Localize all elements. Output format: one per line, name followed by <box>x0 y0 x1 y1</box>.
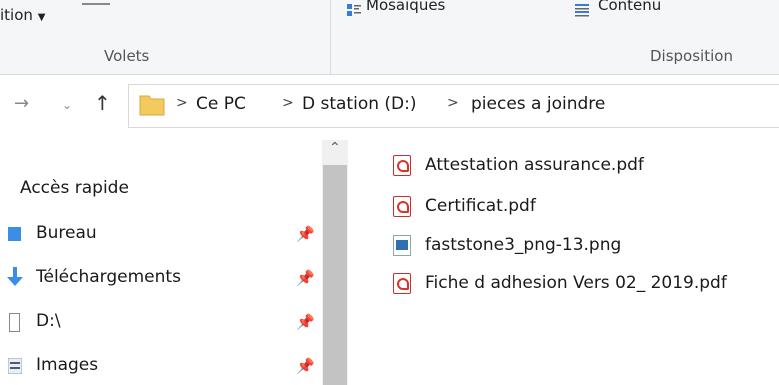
pin-icon[interactable]: 📌 <box>296 269 315 287</box>
file-name: Certificat.pdf <box>425 196 536 216</box>
nav-item-label: Bureau <box>36 223 97 243</box>
ribbon-divider-line <box>82 3 110 5</box>
ribbon-partial-button[interactable]: ition ▼ <box>0 6 45 24</box>
nav-item-d-drive[interactable]: D:\ 📌 <box>0 308 320 336</box>
file-item[interactable]: Fiche d adhesion Vers 02_ 2019.pdf <box>393 271 773 297</box>
breadcrumb-separator-icon[interactable]: > <box>282 95 294 111</box>
group-label-disposition: Disposition <box>650 47 733 65</box>
nav-item-bureau[interactable]: Bureau 📌 <box>0 220 320 248</box>
ribbon-partial-label: ition <box>0 6 33 24</box>
forward-arrow-icon[interactable]: → <box>14 93 29 114</box>
mosaiques-icon <box>346 2 362 22</box>
desktop-icon <box>8 227 21 241</box>
scroll-up-arrow-icon[interactable]: ⌃ <box>329 140 341 156</box>
file-item[interactable]: Attestation assurance.pdf <box>393 153 773 179</box>
pdf-icon <box>393 273 411 294</box>
group-label-volets: Volets <box>104 47 150 65</box>
pin-icon[interactable]: 📌 <box>296 313 315 331</box>
document-icon <box>9 313 20 332</box>
breadcrumb-ce-pc[interactable]: Ce PC <box>196 94 246 114</box>
pin-icon[interactable]: 📌 <box>296 357 315 375</box>
folder-icon <box>139 92 165 120</box>
file-item[interactable]: faststone3_png-13.png <box>393 233 773 259</box>
file-name: faststone3_png-13.png <box>425 235 622 255</box>
breadcrumb-separator-icon[interactable]: > <box>176 95 188 111</box>
dropdown-arrow-icon: ▼ <box>37 12 46 23</box>
pdf-icon <box>393 196 411 217</box>
up-arrow-icon[interactable]: ↑ <box>94 91 111 115</box>
download-icon <box>7 267 23 293</box>
contenu-button[interactable]: Contenu <box>598 0 661 14</box>
breadcrumb-separator-icon[interactable]: > <box>447 95 459 111</box>
file-name: Fiche d adhesion Vers 02_ 2019.pdf <box>425 273 727 293</box>
nav-item-images[interactable]: Images 📌 <box>0 352 320 380</box>
nav-item-telechargements[interactable]: Téléchargements 📌 <box>0 264 320 292</box>
breadcrumb-pieces-a-joindre[interactable]: pieces a joindre <box>471 94 605 114</box>
pdf-icon <box>393 155 411 176</box>
nav-item-label: Téléchargements <box>36 267 181 287</box>
nav-item-label: Images <box>36 355 99 375</box>
ribbon-group-separator <box>330 0 331 74</box>
scrollbar-thumb[interactable] <box>323 165 347 385</box>
navigation-pane <box>0 137 348 385</box>
file-name: Attestation assurance.pdf <box>425 155 644 175</box>
pin-icon[interactable]: 📌 <box>296 225 315 243</box>
image-file-icon <box>393 235 411 256</box>
nav-item-label: D:\ <box>36 311 61 331</box>
contenu-icon <box>574 2 590 22</box>
breadcrumb-d-station[interactable]: D station (D:) <box>302 94 416 114</box>
ribbon: ition ▼ Volets Mosaïques Contenu Disposi… <box>0 0 779 75</box>
recent-locations-chevron-icon[interactable]: ⌄ <box>62 98 72 112</box>
mosaiques-button[interactable]: Mosaïques <box>366 0 445 14</box>
quick-access-header[interactable]: Accès rapide <box>20 178 129 198</box>
images-icon <box>7 357 23 378</box>
file-item[interactable]: Certificat.pdf <box>393 194 773 220</box>
